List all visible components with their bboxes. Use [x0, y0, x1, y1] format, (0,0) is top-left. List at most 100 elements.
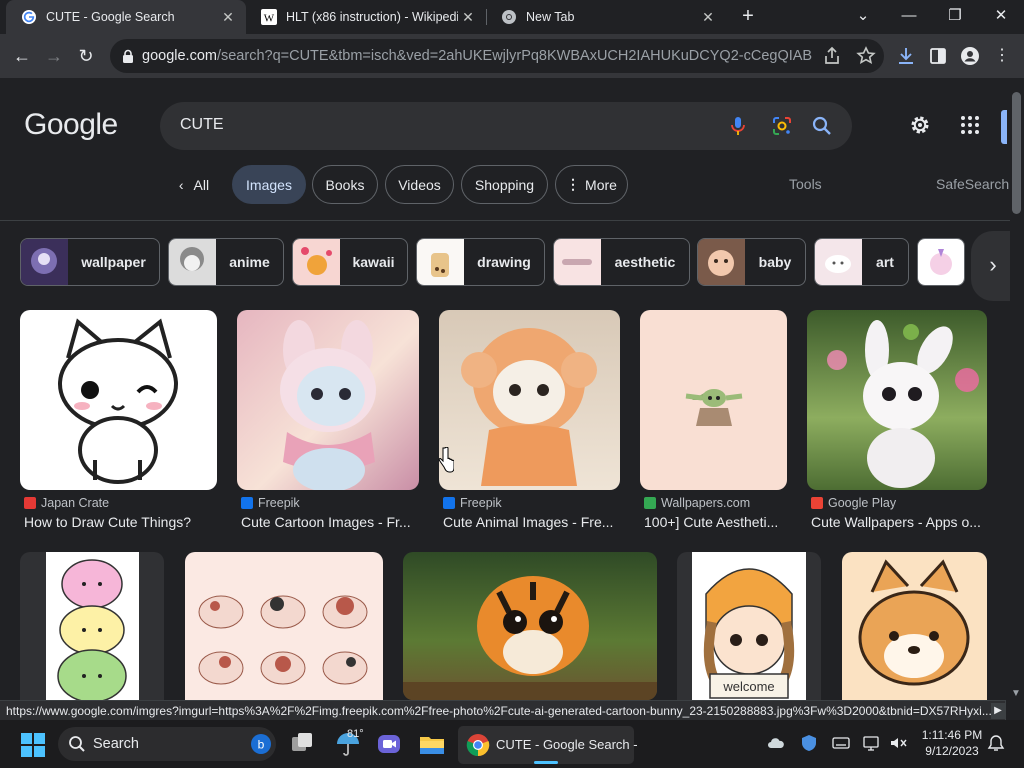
side-panel-icon[interactable] [926, 44, 950, 68]
result-source-label: Japan Crate [41, 496, 110, 510]
taskbar-search-box[interactable]: Search b [58, 727, 276, 761]
result-source[interactable]: Japan Crate [24, 496, 109, 510]
windows-start-icon[interactable] [19, 731, 47, 759]
result-image-garden-bunny[interactable] [807, 310, 987, 490]
status-expand-arrow-icon[interactable]: ▶ [991, 703, 1005, 719]
file-explorer-icon[interactable] [418, 730, 446, 758]
related-chip-art[interactable]: art [814, 238, 909, 286]
voice-search-mic-icon[interactable] [726, 114, 750, 138]
bing-chat-icon[interactable]: b [250, 733, 272, 755]
related-thumbnail [293, 239, 340, 285]
tab-new-tab[interactable]: New Tab ✕ [486, 0, 726, 34]
related-thumbnail [21, 239, 68, 285]
volume-muted-icon[interactable] [889, 734, 907, 752]
hand-pointer-cursor-icon [438, 447, 454, 473]
page-scrollbar-thumb[interactable] [1012, 92, 1021, 214]
browser-toolbar: ← → ↻ google.com/search?q=CUTE&tbm=isch&… [0, 34, 1024, 78]
task-view-icon[interactable] [288, 730, 316, 758]
related-chip-anime[interactable]: anime [168, 238, 284, 286]
close-window-button[interactable]: ✕ [981, 3, 1021, 29]
search-query[interactable]: CUTE [180, 116, 224, 134]
tab-close-icon[interactable]: ✕ [698, 9, 718, 26]
related-chip-baby[interactable]: baby [697, 238, 806, 286]
related-label: art [876, 254, 894, 270]
result-image-bunny-scarf[interactable] [237, 310, 419, 490]
security-shield-icon[interactable] [800, 734, 818, 752]
settings-gear-icon[interactable] [908, 113, 932, 137]
notification-bell-icon[interactable] [987, 734, 1005, 752]
result-image-cows[interactable] [185, 552, 383, 700]
taskbar-chrome-window[interactable]: CUTE - Google Search - [458, 726, 638, 764]
keyboard-icon[interactable] [832, 734, 850, 752]
result-image-baby-yoda[interactable] [640, 310, 787, 490]
shiba-illustration [858, 559, 970, 686]
tools-button[interactable]: Tools [789, 176, 822, 192]
bookmark-star-icon[interactable] [854, 44, 878, 68]
result-image-welcome-girl[interactable]: welcome [677, 552, 821, 700]
minimize-button[interactable]: — [889, 3, 929, 29]
result-image-stacked-cats[interactable] [20, 552, 164, 700]
related-chip-aesthetic[interactable]: aesthetic [553, 238, 690, 286]
related-chip-kawaii[interactable]: kawaii [292, 238, 408, 286]
new-tab-button[interactable]: + [737, 5, 759, 27]
result-source[interactable]: Freepik [443, 496, 502, 510]
link-status-url: https://www.google.com/imgres?imgurl=htt… [0, 700, 1006, 720]
account-avatar-edge[interactable] [1001, 110, 1007, 144]
result-image-tiger[interactable] [403, 552, 657, 700]
tab-close-icon[interactable]: ✕ [458, 9, 478, 26]
address-bar[interactable]: google.com/search?q=CUTE&tbm=isch&ved=2a… [110, 39, 884, 73]
orange-hood-illustration [461, 328, 597, 486]
profile-icon[interactable] [958, 44, 982, 68]
result-image-kitten[interactable] [20, 310, 217, 490]
related-chip-drawing[interactable]: drawing [416, 238, 545, 286]
share-icon[interactable] [820, 44, 844, 68]
tab-videos[interactable]: Videos [385, 165, 454, 204]
forward-button[interactable]: → [42, 44, 66, 68]
download-icon[interactable] [894, 44, 918, 68]
related-label: baby [758, 254, 792, 270]
result-title[interactable]: 100+] Cute Aestheti... [644, 514, 788, 530]
tab-search-chevron-icon[interactable]: ⌄ [843, 3, 883, 29]
taskbar-date[interactable]: 9/12/2023 [912, 744, 992, 758]
teams-meet-icon[interactable] [375, 730, 403, 758]
result-title[interactable]: Cute Wallpapers - Apps o... [811, 514, 987, 530]
related-chip-wallpaper[interactable]: wallpaper [20, 238, 160, 286]
tab-books[interactable]: Books [312, 165, 378, 204]
chrome-menu-button[interactable]: ⋮ [990, 44, 1014, 68]
google-logo[interactable]: Google [24, 108, 118, 142]
tab-more[interactable]: ⋮ More [555, 165, 628, 204]
result-title[interactable]: Cute Cartoon Images - Fr... [241, 514, 419, 530]
related-thumbnail [417, 239, 464, 285]
result-title[interactable]: How to Draw Cute Things? [24, 514, 220, 530]
tab-images[interactable]: Images [232, 165, 306, 204]
network-monitor-icon[interactable] [863, 734, 881, 752]
result-source[interactable]: Wallpapers.com [644, 496, 750, 510]
google-lens-icon[interactable] [770, 114, 794, 138]
tab-google-search[interactable]: CUTE - Google Search ✕ [6, 0, 246, 34]
result-title[interactable]: Cute Animal Images - Fre... [443, 514, 621, 530]
taskbar-time[interactable]: 1:11:46 PM [912, 728, 992, 742]
address-host: google.com [142, 48, 217, 64]
back-button[interactable]: ← [10, 44, 34, 68]
result-source[interactable]: Freepik [241, 496, 300, 510]
search-icon[interactable] [810, 114, 834, 138]
result-source[interactable]: Google Play [811, 496, 896, 510]
restore-button[interactable]: ❐ [935, 3, 975, 29]
related-chip-partial[interactable] [917, 238, 965, 286]
tab-close-icon[interactable]: ✕ [218, 9, 238, 26]
reload-button[interactable]: ↻ [74, 44, 98, 68]
tab-wikipedia[interactable]: W HLT (x86 instruction) - Wikipedia ✕ [246, 0, 486, 34]
safesearch-button[interactable]: SafeSearch [936, 176, 1009, 192]
google-apps-grid-icon[interactable] [958, 113, 982, 137]
tab-shopping[interactable]: Shopping [461, 165, 548, 204]
tab-all[interactable]: ‹ All [164, 165, 224, 204]
result-image-shiba[interactable] [842, 552, 987, 700]
result-source-label: Wallpapers.com [661, 496, 751, 510]
result-image-orange-hood[interactable] [439, 310, 620, 490]
onedrive-cloud-icon[interactable] [767, 734, 785, 752]
search-box[interactable]: CUTE [160, 102, 852, 150]
related-next-chevron-icon[interactable]: › [971, 231, 1015, 301]
address-url: google.com/search?q=CUTE&tbm=isch&ved=2a… [142, 48, 812, 64]
scroll-down-arrow-icon[interactable]: ▼ [1011, 688, 1021, 699]
japan-crate-favicon-icon [24, 497, 36, 509]
